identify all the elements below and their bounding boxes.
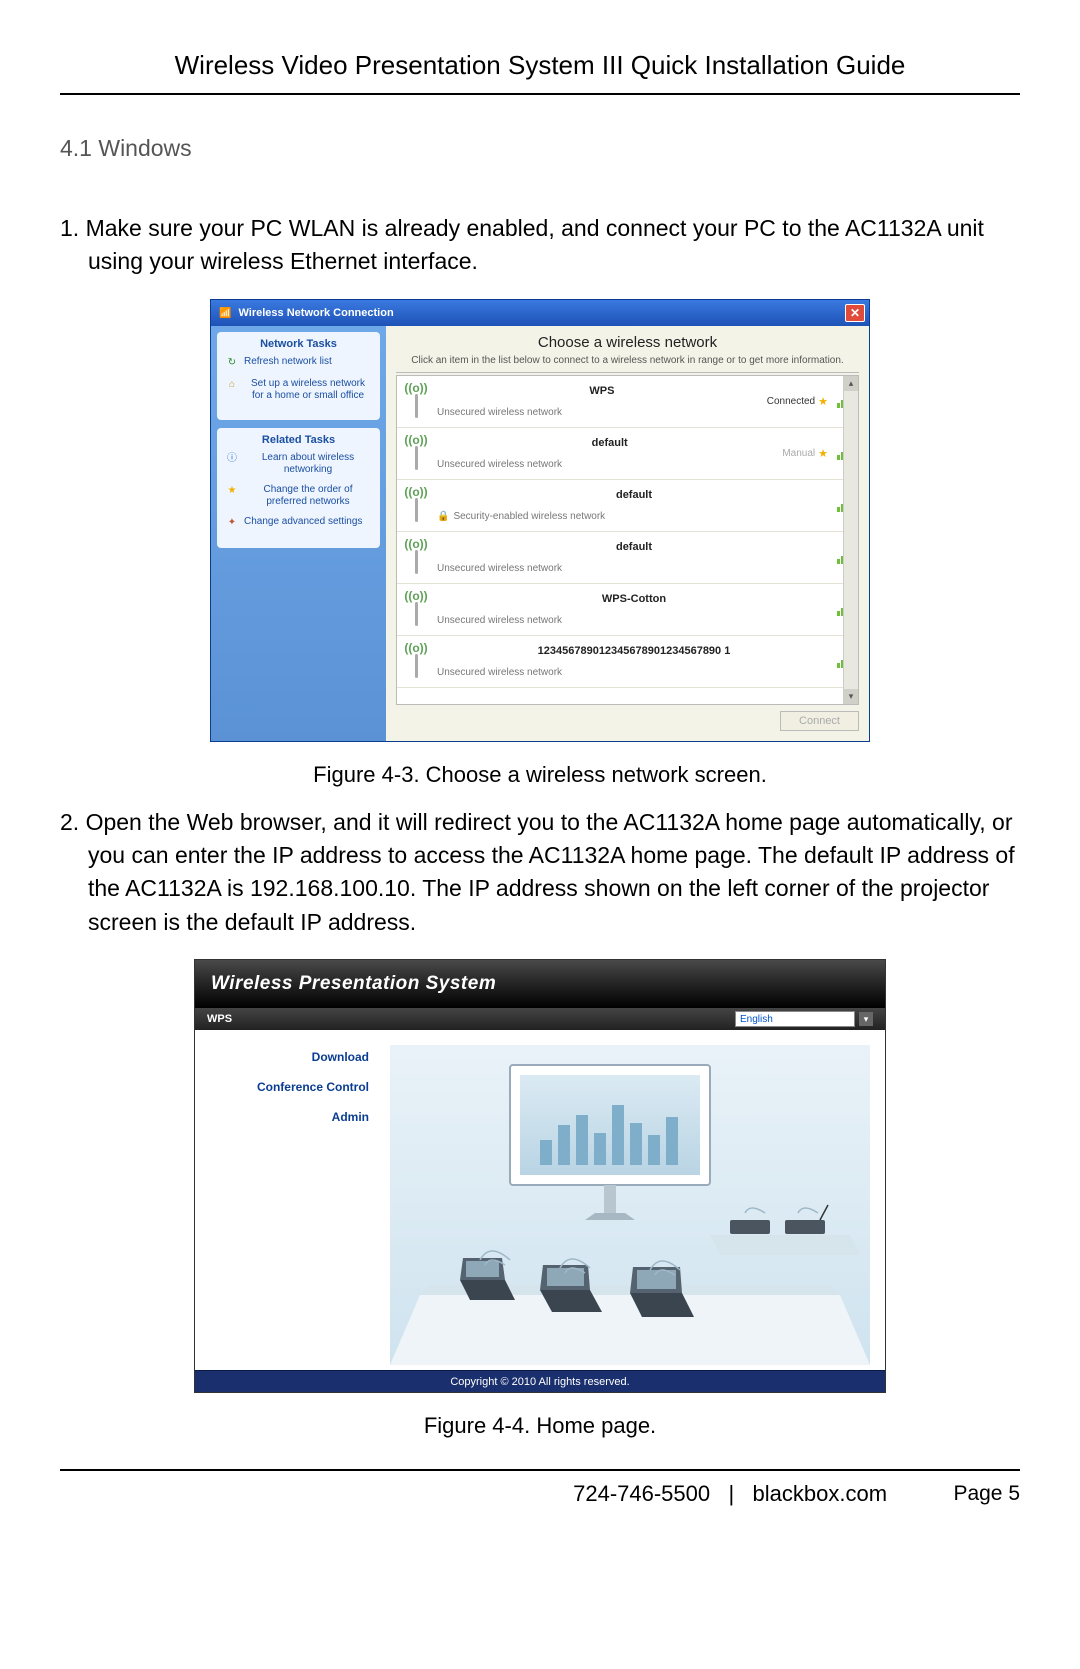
network-status: Manual★	[782, 446, 852, 460]
header-rule	[60, 93, 1020, 95]
homepage-title: Wireless Presentation System	[211, 973, 496, 995]
wifi-antenna-icon: ((o))	[403, 642, 429, 680]
footer-site: blackbox.com	[753, 1481, 888, 1506]
network-ssid: 123456789012345678901234567890 1	[437, 645, 831, 657]
task-label: Set up a wireless network for a home or …	[244, 378, 372, 402]
network-item[interactable]: ((o)) WPS-Cotton Unsecured wireless netw…	[397, 584, 858, 636]
network-desc: Unsecured wireless network	[437, 615, 831, 626]
change-order-networks[interactable]: ★ Change the order of preferred networks	[225, 484, 372, 508]
wifi-antenna-icon: ((o))	[403, 382, 429, 420]
homepage-footer: Copyright © 2010 All rights reserved.	[195, 1370, 885, 1392]
antenna-icon: 📶	[219, 308, 231, 319]
xp-sidebar: Network Tasks ↻ Refresh network list ⌂ S…	[211, 326, 386, 741]
learn-about-wireless[interactable]: ⓘ Learn about wireless networking	[225, 452, 372, 476]
setup-wireless-network[interactable]: ⌂ Set up a wireless network for a home o…	[225, 378, 372, 402]
network-desc: Unsecured wireless network	[437, 459, 782, 470]
network-ssid: default	[437, 541, 831, 553]
section-heading: 4.1 Windows	[60, 135, 1020, 162]
network-item[interactable]: ((o)) default Unsecured wireless network…	[397, 428, 858, 480]
related-tasks-title: Related Tasks	[225, 434, 372, 446]
related-tasks-panel: Related Tasks ⓘ Learn about wireless net…	[217, 428, 380, 548]
network-ssid: WPS	[437, 385, 767, 397]
scroll-up-icon[interactable]: ▴	[844, 376, 858, 391]
homepage-illustration	[385, 1030, 885, 1370]
network-desc: Unsecured wireless network	[437, 667, 831, 678]
wifi-antenna-icon: ((o))	[403, 434, 429, 472]
choose-network-title: Choose a wireless network	[396, 334, 859, 351]
homepage-bar-left: WPS	[207, 1013, 232, 1025]
doc-header-title: Wireless Video Presentation System III Q…	[60, 50, 1020, 93]
xp-window: 📶 Wireless Network Connection ✕ Network …	[210, 299, 870, 742]
figure-4-3-caption: Figure 4-3. Choose a wireless network sc…	[60, 762, 1020, 788]
xp-window-title: 📶 Wireless Network Connection	[219, 307, 394, 319]
figure-4-4-caption: Figure 4-4. Home page.	[60, 1413, 1020, 1439]
chevron-down-icon[interactable]: ▾	[859, 1012, 873, 1026]
network-status: Connected★	[767, 394, 852, 408]
task-label: Change advanced settings	[244, 516, 362, 530]
homepage-window: Wireless Presentation System WPS English…	[194, 959, 886, 1393]
info-icon: ⓘ	[225, 452, 239, 466]
lock-icon: 🔒	[437, 511, 449, 522]
task-label: Refresh network list	[244, 356, 332, 370]
language-select[interactable]: English	[735, 1011, 855, 1027]
wifi-antenna-icon: ((o))	[403, 538, 429, 576]
wifi-antenna-icon: ((o))	[403, 590, 429, 628]
page-number: Page 5	[953, 1482, 1020, 1506]
wifi-antenna-icon: ((o))	[403, 486, 429, 524]
homepage-header: Wireless Presentation System	[195, 960, 885, 1008]
network-tasks-panel: Network Tasks ↻ Refresh network list ⌂ S…	[217, 332, 380, 420]
scroll-down-icon[interactable]: ▾	[844, 689, 858, 704]
nav-admin[interactable]: Admin	[195, 1110, 369, 1124]
task-label: Learn about wireless networking	[244, 452, 372, 476]
task-label: Change the order of preferred networks	[244, 484, 372, 508]
network-item[interactable]: ((o)) 123456789012345678901234567890 1 U…	[397, 636, 858, 688]
star-icon: ★	[225, 484, 239, 498]
xp-titlebar: 📶 Wireless Network Connection ✕	[211, 300, 869, 326]
scrollbar[interactable]: ▴ ▾	[843, 376, 858, 704]
page-footer: 724-746-5500 | blackbox.com Page 5	[60, 1471, 1020, 1507]
network-desc: Unsecured wireless network	[437, 563, 831, 574]
network-item[interactable]: ((o)) WPS Unsecured wireless network Con…	[397, 376, 858, 428]
refresh-network-list[interactable]: ↻ Refresh network list	[225, 356, 372, 370]
homepage-bar: WPS English ▾	[195, 1008, 885, 1030]
network-desc: 🔒Security-enabled wireless network	[437, 511, 831, 522]
network-tasks-title: Network Tasks	[225, 338, 372, 350]
refresh-icon: ↻	[225, 356, 239, 370]
step-2-text: 2. Open the Web browser, and it will red…	[60, 806, 1020, 939]
figure-4-3: 📶 Wireless Network Connection ✕ Network …	[60, 299, 1020, 742]
nav-conference-control[interactable]: Conference Control	[195, 1080, 369, 1094]
home-icon: ⌂	[225, 378, 239, 392]
footer-phone: 724-746-5500	[573, 1481, 710, 1506]
footer-divider: |	[728, 1481, 734, 1506]
network-desc: Unsecured wireless network	[437, 407, 767, 418]
network-item[interactable]: ((o)) default 🔒Security-enabled wireless…	[397, 480, 858, 532]
step-1-text: 1. Make sure your PC WLAN is already ena…	[60, 212, 1020, 279]
choose-network-subtitle: Click an item in the list below to conne…	[396, 355, 859, 373]
star-icon: ★	[818, 447, 828, 460]
conference-room-icon	[385, 1045, 875, 1365]
connect-button[interactable]: Connect	[780, 711, 859, 731]
homepage-nav: Download Conference Control Admin	[195, 1030, 385, 1370]
network-ssid: default	[437, 489, 831, 501]
figure-4-4: Wireless Presentation System WPS English…	[60, 959, 1020, 1393]
language-label: English	[740, 1014, 773, 1025]
star-icon: ★	[818, 395, 828, 408]
xp-window-title-text: Wireless Network Connection	[239, 307, 394, 319]
network-ssid: default	[437, 437, 782, 449]
xp-main-pane: Choose a wireless network Click an item …	[386, 326, 869, 741]
close-icon[interactable]: ✕	[845, 304, 865, 322]
network-ssid: WPS-Cotton	[437, 593, 831, 605]
gear-icon: ✦	[225, 516, 239, 530]
network-item[interactable]: ((o)) default Unsecured wireless network	[397, 532, 858, 584]
network-list: ((o)) WPS Unsecured wireless network Con…	[396, 375, 859, 705]
change-advanced-settings[interactable]: ✦ Change advanced settings	[225, 516, 372, 530]
nav-download[interactable]: Download	[195, 1050, 369, 1064]
